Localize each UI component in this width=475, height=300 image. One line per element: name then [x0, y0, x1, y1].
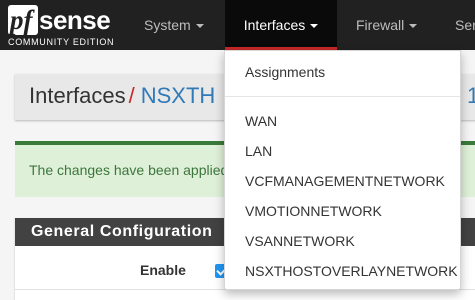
- nav-services[interactable]: Ser: [455, 0, 475, 50]
- nav-firewall[interactable]: Firewall: [356, 0, 418, 50]
- breadcrumb-current[interactable]: NSXTH: [141, 83, 216, 108]
- panel-title: General Configuration: [31, 223, 213, 240]
- menu-item-vmotionnetwork[interactable]: VMOTIONNETWORK: [245, 202, 382, 220]
- top-navbar: pf sense COMMUNITY EDITION System Interf…: [0, 0, 475, 50]
- breadcrumb: Interfaces / NSXTH: [29, 82, 215, 110]
- nav-interfaces-label: Interfaces: [243, 17, 306, 33]
- menu-divider: [225, 96, 460, 97]
- alert-message: The changes have been applied: [29, 162, 229, 178]
- breadcrumb-root: Interfaces: [29, 83, 126, 108]
- menu-item-nsxthostoverlaynetwork[interactable]: NSXTHOSTOVERLAYNETWORK: [245, 262, 458, 280]
- caret-down-icon: [409, 24, 418, 29]
- nav-system[interactable]: System: [144, 0, 204, 50]
- interfaces-dropdown-menu: Assignments WAN LAN VCFMANAGEMENTNETWORK…: [224, 50, 461, 290]
- caret-down-icon: [310, 24, 319, 29]
- menu-item-assignments[interactable]: Assignments: [245, 63, 325, 81]
- logo-pf-text: pf: [10, 5, 33, 35]
- breadcrumb-separator: /: [128, 83, 135, 108]
- breadcrumb-current-tail[interactable]: 1: [467, 82, 475, 110]
- logo-sense-text: sense: [39, 5, 111, 35]
- caret-down-icon: [195, 24, 204, 29]
- enable-label: Enable: [140, 262, 186, 278]
- nav-interfaces[interactable]: Interfaces: [225, 0, 337, 50]
- menu-item-wan[interactable]: WAN: [245, 112, 277, 130]
- menu-item-lan[interactable]: LAN: [245, 142, 272, 160]
- nav-system-label: System: [144, 17, 191, 33]
- menu-item-vcfmanagementnetwork[interactable]: VCFMANAGEMENTNETWORK: [245, 172, 445, 190]
- nav-firewall-label: Firewall: [356, 17, 405, 33]
- menu-item-vsannetwork[interactable]: VSANNETWORK: [245, 232, 355, 250]
- nav-services-label: Ser: [455, 17, 475, 33]
- logo-pf-badge: pf: [8, 5, 38, 35]
- pfsense-logo[interactable]: pf sense COMMUNITY EDITION: [8, 5, 118, 47]
- logo-edition-text: COMMUNITY EDITION: [8, 37, 115, 47]
